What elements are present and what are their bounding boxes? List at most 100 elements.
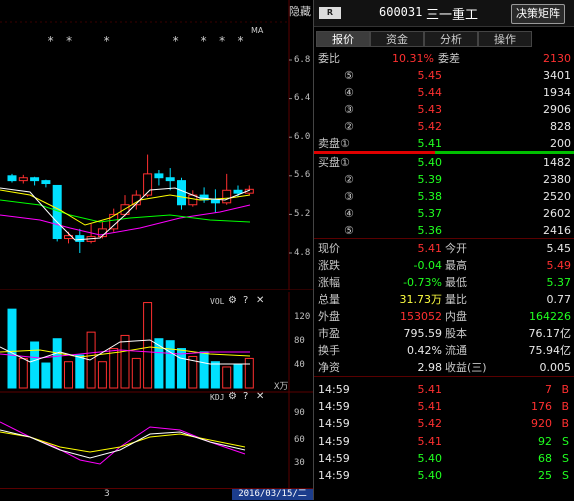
tick-price: 5.42 (417, 417, 443, 431)
level-price: 5.36 (417, 224, 443, 237)
candle-body (177, 180, 186, 206)
tick-time: 14:59 (318, 383, 350, 396)
sell-level-row: 卖盘① 5.41 200 (314, 135, 574, 152)
tick-side: B (561, 383, 569, 396)
level-volume: 828 (550, 120, 571, 133)
stat-label: 收益(三) (445, 361, 487, 374)
stock-code: 600031 (379, 5, 423, 19)
tab-analysis[interactable]: 分析 (424, 31, 478, 47)
weicha-value: 2130 (543, 52, 571, 65)
stat-row: 总量 31.73万 量比 0.77 (314, 291, 574, 308)
weicha-label: 委差 (438, 52, 460, 65)
price-tick-label: 6.4 (294, 93, 311, 103)
tab-quote[interactable]: 报价 (316, 31, 370, 47)
candle-body (109, 213, 119, 230)
tick-side: S (562, 434, 569, 448)
kline-chart-panel[interactable]: 隐藏 MA * * * * * * * 6.8 6.4 6.0 5.6 5.2 4.8 V… (0, 0, 313, 501)
stat-label: 流通 (445, 344, 467, 357)
volume-bar (7, 308, 17, 389)
stat-value: 0.42% (407, 344, 442, 357)
level-price: 5.38 (417, 190, 443, 203)
level-price: 5.44 (417, 86, 443, 99)
buy-level-row: ② 5.39 2380 (314, 171, 574, 188)
level-price: 5.40 (417, 156, 443, 169)
stat-row: 涨幅 -0.73% 最低 5.37 (314, 274, 574, 291)
stock-name: 三一重工 (426, 8, 479, 23)
buy-level-row: ④ 5.37 2602 (314, 205, 574, 222)
level-label: ④ (344, 86, 354, 99)
buy-level-row: ③ 5.38 2520 (314, 188, 574, 205)
tick-row: 14:59 5.40 68 S (314, 450, 574, 467)
level-price: 5.41 (417, 137, 443, 150)
stat-value: 153052 (400, 310, 442, 323)
kdj-j-line (0, 421, 246, 465)
candle-body (41, 180, 51, 185)
stat-row: 现价 5.41 今开 5.45 (314, 240, 574, 257)
tick-row: 14:59 5.42 920 B (314, 415, 574, 432)
kdj-chart[interactable] (0, 392, 313, 488)
candle-body (222, 189, 232, 204)
level-volume: 3401 (543, 69, 571, 82)
r-badge[interactable]: R (319, 7, 341, 19)
stat-value: 5.49 (546, 259, 572, 272)
price-tick-label: 5.2 (294, 209, 311, 219)
stat-value: 5.37 (546, 276, 572, 289)
stat-value: 0.77 (546, 293, 572, 306)
quote-panel: R 600031 三一重工 决策矩阵 报价 资金 分析 操作 委比 10.31%… (313, 0, 574, 500)
level-label: 买盘① (318, 156, 350, 169)
stat-row: 净资 2.98 收益(三) 0.005 (314, 359, 574, 376)
volume-bar (177, 348, 186, 389)
sell-level-row: ④ 5.44 1934 (314, 84, 574, 101)
sell-level-row: ② 5.42 828 (314, 118, 574, 135)
volume-chart[interactable] (0, 292, 313, 394)
tab-operation[interactable]: 操作 (478, 31, 532, 47)
level-label: ⑤ (344, 224, 354, 237)
level-label: 卖盘① (318, 137, 350, 150)
quote-header: R 600031 三一重工 决策矩阵 (314, 0, 574, 27)
tab-funds[interactable]: 资金 (370, 31, 424, 47)
weibi-value: 10.31% (392, 52, 434, 65)
level-price: 5.43 (417, 103, 443, 116)
tick-volume: 68 (538, 451, 552, 465)
candle-body (154, 173, 164, 179)
sell-level-row: ⑤ 5.45 3401 (314, 67, 574, 84)
tick-time: 14:59 (318, 469, 350, 482)
stat-label: 总量 (318, 293, 340, 306)
kdj-tick-label: 30 (294, 458, 305, 468)
buy-level-row: 买盘① 5.40 1482 (314, 154, 574, 171)
candle-body (7, 175, 17, 182)
level-label: ② (344, 173, 354, 186)
candle-body (210, 199, 220, 204)
level-volume: 2380 (543, 173, 571, 186)
level-label: ② (344, 120, 354, 133)
stat-label: 外盘 (318, 310, 340, 323)
tick-volume: 7 (545, 383, 552, 396)
stat-value: 5.41 (417, 242, 443, 255)
stat-label: 量比 (445, 293, 467, 306)
tick-time: 14:59 (318, 434, 350, 448)
tick-volume: 92 (538, 434, 552, 448)
volume-bar (233, 364, 243, 389)
divider (314, 376, 574, 377)
price-tick-label: 6.0 (294, 132, 311, 142)
price-chart[interactable] (0, 0, 313, 290)
level-volume: 2416 (543, 224, 571, 237)
level-volume: 1934 (543, 86, 571, 99)
tick-price: 5.40 (417, 469, 443, 482)
stat-value: -0.04 (413, 259, 442, 272)
price-tick-label: 5.6 (294, 170, 311, 180)
stat-value: 795.59 (403, 327, 443, 340)
stat-label: 现价 (318, 242, 340, 255)
tick-row: 14:59 5.41 7 B (314, 381, 574, 398)
tick-volume: 920 (531, 417, 552, 431)
volume-bar (199, 351, 209, 389)
price-tick-label: 4.8 (294, 248, 311, 258)
decision-matrix-button[interactable]: 决策矩阵 (511, 4, 565, 24)
stat-value: 75.94亿 (528, 344, 572, 357)
level-volume: 2906 (543, 103, 571, 116)
volume-bar (109, 348, 119, 389)
stat-value: 2.98 (417, 361, 443, 374)
level-price: 5.45 (417, 69, 443, 82)
stat-row: 换手 0.42% 流通 75.94亿 (314, 342, 574, 359)
tick-side: S (562, 469, 569, 482)
